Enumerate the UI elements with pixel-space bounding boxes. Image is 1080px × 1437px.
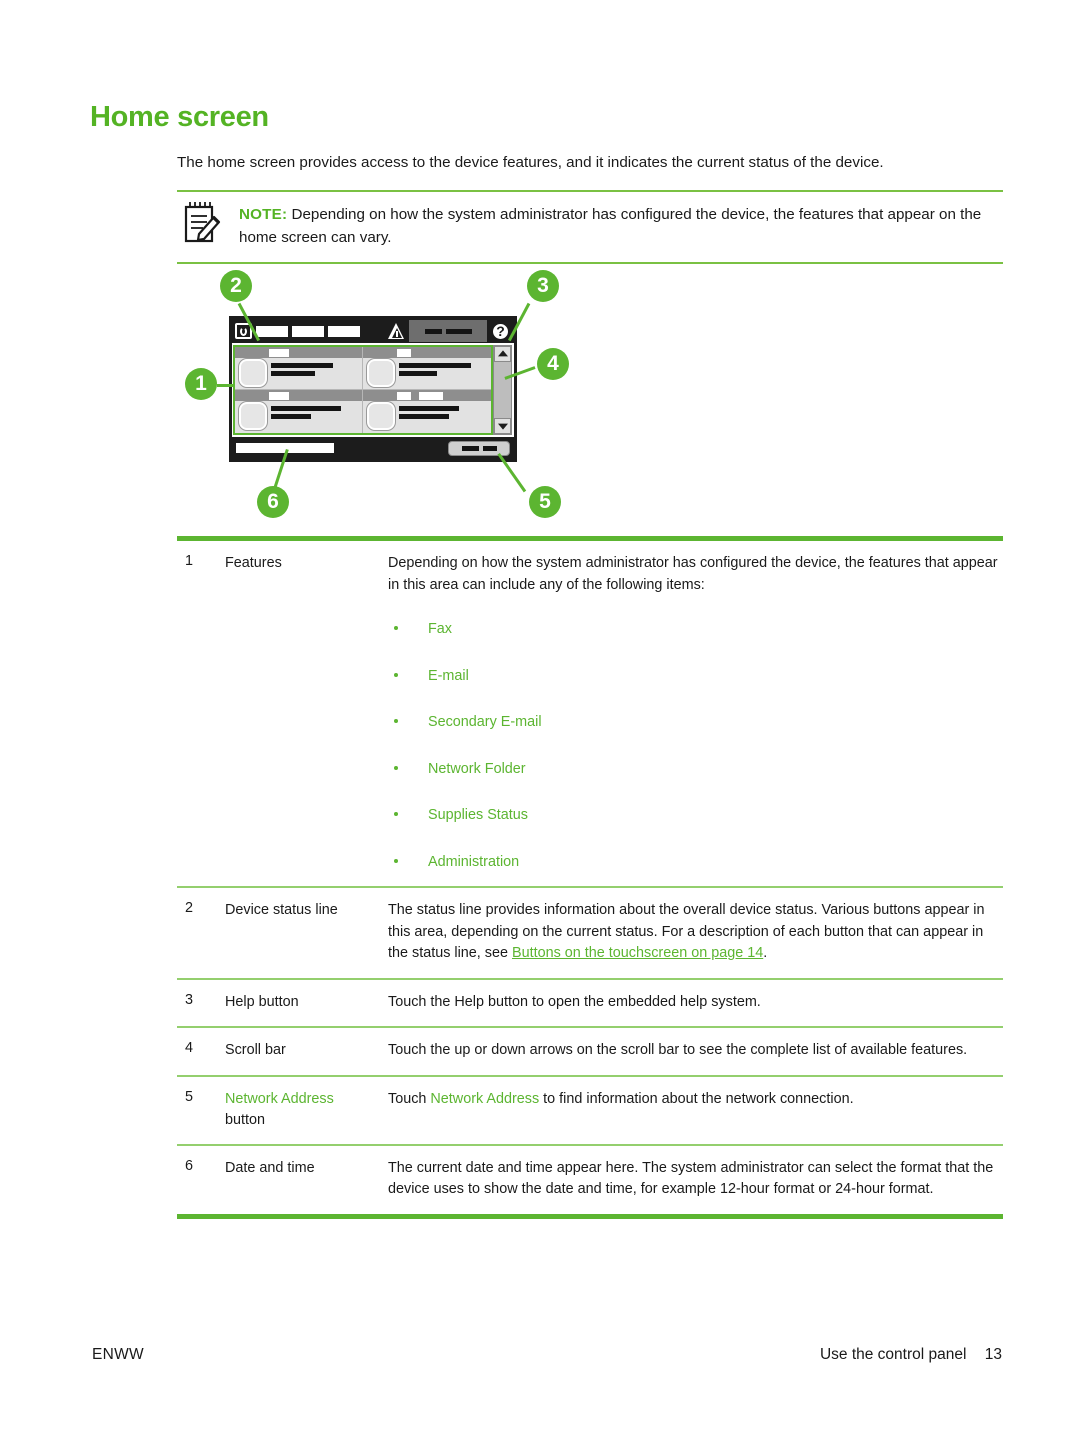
callout-reference-table: 1 Features Depending on how the system a… bbox=[177, 536, 1003, 1219]
features-area bbox=[233, 345, 493, 435]
feature-tile[interactable] bbox=[235, 390, 363, 433]
device-status-line: ? bbox=[232, 319, 514, 343]
page-number: 13 bbox=[984, 1346, 1002, 1363]
control-panel-diagram: 2 3 1 4 5 6 ? bbox=[177, 258, 607, 530]
row-number: 1 bbox=[185, 553, 194, 569]
table-row: 5 Network Address button Touch Network Ad… bbox=[177, 1077, 1003, 1144]
row-description: Touch Network Address to find informatio… bbox=[388, 1089, 1003, 1131]
footer-section-label: Use the control panel bbox=[819, 1346, 967, 1363]
feature-tile[interactable] bbox=[363, 347, 491, 390]
list-item: Supplies Status bbox=[388, 805, 1003, 827]
row-description: Touch the Help button to open the embedd… bbox=[388, 993, 761, 1010]
status-placeholder-bar bbox=[292, 325, 324, 337]
page-title: Home screen bbox=[90, 101, 269, 133]
warning-triangle-icon bbox=[388, 323, 405, 339]
row-name: Features bbox=[225, 555, 282, 571]
feature-tile[interactable] bbox=[235, 347, 363, 390]
callout-1: 1 bbox=[185, 368, 217, 400]
list-item: Fax bbox=[388, 619, 1003, 641]
row-description-text: Depending on how the system administrato… bbox=[388, 555, 998, 593]
feature-tile-header bbox=[363, 347, 491, 358]
document-page: Home screen The home screen provides acc… bbox=[0, 0, 1080, 1437]
table-row: 2 Device status line The status line pro… bbox=[177, 888, 1003, 978]
status-message-plate bbox=[409, 320, 487, 342]
callout-2: 2 bbox=[220, 270, 252, 302]
note-body: NOTE: Depending on how the system admini… bbox=[177, 192, 1003, 262]
feature-tile-header bbox=[363, 390, 491, 401]
feature-tile-icon bbox=[367, 402, 395, 430]
row-number: 5 bbox=[185, 1088, 194, 1105]
table-row: 4 Scroll bar Touch the up or down arrows… bbox=[177, 1028, 1003, 1075]
footer-locale: ENWW bbox=[92, 1346, 144, 1363]
row-number: 6 bbox=[185, 1157, 194, 1174]
note-label: NOTE: bbox=[239, 206, 288, 223]
callout-6: 6 bbox=[257, 486, 289, 518]
list-item: Secondary E-mail bbox=[388, 712, 1003, 734]
row-description-tail: . bbox=[763, 945, 768, 961]
note-message: Depending on how the system administrato… bbox=[239, 206, 982, 246]
row-number: 3 bbox=[185, 991, 194, 1008]
touchscreen-buttons-link[interactable]: Buttons on the touchscreen on page 14 bbox=[512, 945, 763, 961]
row-name: Help button bbox=[225, 993, 299, 1010]
list-item: Administration bbox=[388, 852, 1003, 874]
row-description: Touch the up or down arrows on the scrol… bbox=[388, 1042, 968, 1058]
row-name: Device status line bbox=[225, 902, 338, 918]
row-name-rest: button bbox=[225, 1111, 266, 1128]
feature-tile-lines bbox=[399, 406, 459, 422]
feature-tile[interactable] bbox=[363, 390, 491, 433]
row-name-term: Network Address bbox=[225, 1090, 334, 1107]
list-item: Network Folder bbox=[388, 759, 1003, 781]
table-row: 1 Features Depending on how the system a… bbox=[177, 541, 1003, 886]
status-placeholder-bar bbox=[256, 325, 288, 337]
note-pencil-icon bbox=[183, 200, 223, 244]
note-box: NOTE: Depending on how the system admini… bbox=[177, 190, 1003, 264]
footer-section: Use the control panel 13 bbox=[820, 1346, 1002, 1364]
row-name: Date and time bbox=[225, 1159, 315, 1176]
row-description-text: Touch bbox=[388, 1090, 431, 1107]
feature-tile-header bbox=[235, 347, 362, 358]
feature-tile-icon bbox=[239, 359, 267, 387]
row-description-tail: to find information about the network co… bbox=[539, 1090, 854, 1107]
feature-tile-icon bbox=[367, 359, 395, 387]
feature-tile-icon bbox=[239, 402, 267, 430]
feature-tile-header bbox=[235, 390, 362, 401]
row-description: The current date and time appear here. T… bbox=[388, 1159, 994, 1198]
feature-tile-lines bbox=[399, 363, 471, 379]
intro-paragraph: The home screen provides access to the d… bbox=[177, 154, 884, 171]
help-question-icon[interactable]: ? bbox=[491, 321, 510, 341]
note-text: NOTE: Depending on how the system admini… bbox=[239, 203, 1003, 249]
row-number: 4 bbox=[185, 1040, 194, 1056]
status-placeholder-bar bbox=[328, 325, 360, 337]
callout-3: 3 bbox=[527, 270, 559, 302]
scroll-bar[interactable] bbox=[493, 345, 512, 435]
row-name: Network Address button bbox=[225, 1089, 388, 1131]
chevron-down-icon[interactable] bbox=[494, 418, 511, 434]
feature-bullet-list: Fax E-mail Secondary E-mail Network Fold… bbox=[388, 619, 1003, 873]
feature-tile-lines bbox=[271, 406, 341, 422]
row-number: 2 bbox=[185, 900, 194, 916]
chevron-up-icon[interactable] bbox=[494, 346, 511, 362]
feature-tile-lines bbox=[271, 363, 333, 379]
table-row: 6 Date and time The current date and tim… bbox=[177, 1146, 1003, 1214]
callout-5: 5 bbox=[529, 486, 561, 518]
row-description: Depending on how the system administrato… bbox=[388, 553, 1003, 873]
callout-4: 4 bbox=[537, 348, 569, 380]
device-control-panel: ? bbox=[229, 316, 517, 462]
network-address-term: Network Address bbox=[430, 1090, 540, 1107]
list-item: E-mail bbox=[388, 666, 1003, 688]
table-row: 3 Help button Touch the Help button to o… bbox=[177, 980, 1003, 1027]
row-description: The status line provides information abo… bbox=[388, 900, 1003, 965]
leader-line-1 bbox=[217, 384, 233, 387]
device-bottom-bar bbox=[232, 437, 514, 459]
table-bottom-rule bbox=[177, 1213, 1003, 1219]
row-name: Scroll bar bbox=[225, 1042, 286, 1058]
